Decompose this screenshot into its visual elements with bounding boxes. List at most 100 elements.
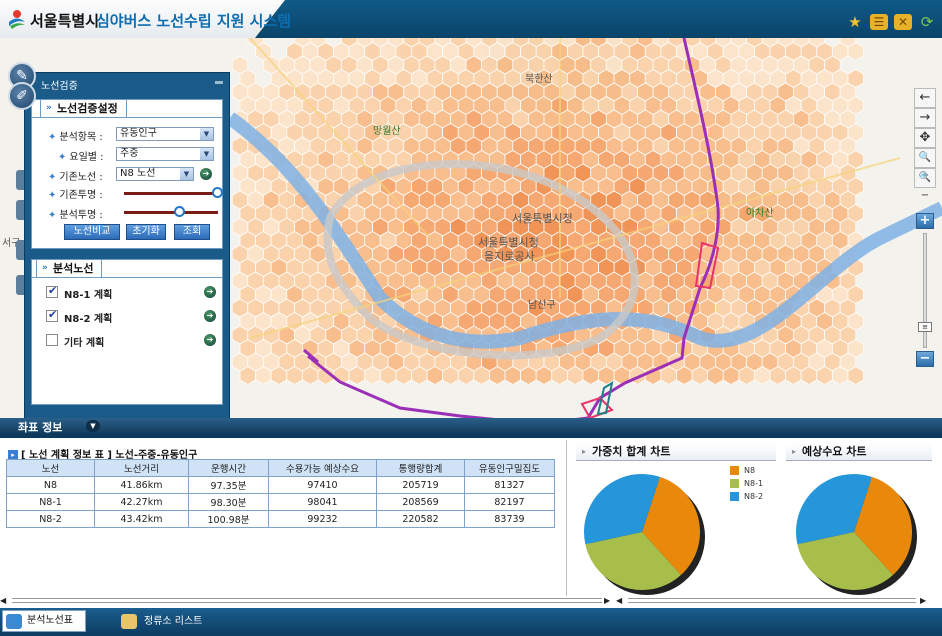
refresh-icon[interactable]: ⟳ <box>918 14 936 30</box>
heat-hex <box>442 366 459 385</box>
scrollbar-track[interactable] <box>12 598 602 603</box>
star-icon[interactable]: ★ <box>846 14 864 30</box>
scroll-left-icon[interactable]: ◀ <box>0 596 10 606</box>
heat-hex <box>551 366 568 385</box>
column-header: 노선 <box>6 459 95 477</box>
table-cell: 98.30분 <box>188 493 269 511</box>
heat-hex <box>738 366 755 385</box>
header-band <box>255 0 942 38</box>
column-header: 통행량합계 <box>376 459 465 477</box>
chart-legend: N8 N8-1 N8-2 <box>730 466 763 505</box>
scroll-right-icon[interactable]: ▶ <box>604 596 614 606</box>
tab-route-verify-settings[interactable]: 노선검증설정 <box>40 99 127 117</box>
table-cell: 220582 <box>376 510 465 528</box>
chevron-down-icon: ▼ <box>200 148 213 160</box>
pan-move-icon[interactable]: ✥ <box>914 128 936 148</box>
zoom-knob[interactable]: ≡ <box>918 322 932 333</box>
zoom-minus-button[interactable]: − <box>916 351 934 367</box>
heat-hex <box>691 366 709 385</box>
zoom-plus-button[interactable]: + <box>916 213 934 229</box>
slider-knob[interactable] <box>174 206 186 217</box>
zoom-out-icon[interactable]: 🔍− <box>914 168 936 201</box>
table-row[interactable]: N8 41.86km 97.35분 97410 205719 81327 <box>6 476 555 494</box>
side-tab[interactable] <box>16 170 24 190</box>
heat-hex <box>301 366 319 385</box>
legend-swatch <box>730 466 739 475</box>
table-cell: N8-1 <box>6 493 95 511</box>
table-row[interactable]: N8-1 42.27km 98.30분 98041 208569 82197 <box>6 493 555 511</box>
side-tab[interactable] <box>16 200 24 220</box>
system-title: 심야버스 노선수립 지원 시스템 <box>96 12 292 30</box>
side-tab[interactable] <box>16 275 24 295</box>
heat-hex <box>395 366 412 385</box>
legend-label: N8 <box>744 466 756 475</box>
list-icon[interactable]: ☰ <box>870 14 888 30</box>
heat-hex <box>785 366 802 385</box>
minimize-icon[interactable] <box>215 81 223 84</box>
heat-hex <box>754 366 771 385</box>
go-icon[interactable]: ➔ <box>204 310 216 322</box>
analysis-item-select[interactable]: 유동인구 ▼ <box>116 127 214 141</box>
table-cell: 41.86km <box>94 476 189 494</box>
table-row[interactable]: N8-2 43.42km 100.98분 99232 220582 83739 <box>6 510 555 528</box>
route-table-icon <box>6 614 22 629</box>
chevron-down-icon: ▼ <box>200 128 213 140</box>
heat-hex <box>831 366 849 385</box>
chevron-down-icon[interactable]: ▼ <box>86 420 100 432</box>
zoom-in-icon[interactable]: 🔍+ <box>914 148 936 181</box>
heat-hex <box>598 366 615 385</box>
go-icon[interactable]: ➔ <box>204 286 216 298</box>
pan-right-icon[interactable]: → <box>914 108 936 128</box>
legend-item: N8-1 <box>730 479 763 488</box>
tab-analysis-route-table[interactable]: 분석노선표 <box>2 610 86 632</box>
table-cell: 205719 <box>376 476 465 494</box>
app-header: 서울특별시 심야버스 노선수립 지원 시스템 ★ ☰ ✕ ⟳ <box>0 0 942 38</box>
field-label-analysis-opacity: ✦ 분석투명 : <box>48 210 103 221</box>
demand-chart: 예상수요 차트 <box>786 442 936 602</box>
side-tab[interactable] <box>16 240 24 260</box>
heat-hex <box>816 366 833 385</box>
slider-knob[interactable] <box>212 187 223 198</box>
demand-chart-title: 예상수요 차트 <box>786 444 932 461</box>
table-cell: 42.27km <box>94 493 189 511</box>
legend-label: N8-2 <box>744 492 764 501</box>
tab-analysis-routes[interactable]: 분석노선 <box>36 259 103 277</box>
map-label-mangwolsan: 망월산 <box>373 126 401 137</box>
seoul-logo-icon <box>9 10 25 29</box>
table-header-row: 노선 노선거리 운행시간 수용가능 예상수요 통행량합계 유동인구밀집도 <box>6 459 555 477</box>
route-checkbox-n8-1[interactable] <box>46 284 58 298</box>
panel-title: 노선검증 <box>41 81 78 92</box>
legend-swatch <box>730 479 739 488</box>
heat-hex <box>800 366 818 385</box>
map-label-bukhansan: 북한산 <box>525 74 553 85</box>
legend-swatch <box>730 492 739 501</box>
existing-route-select[interactable]: N8 노선 ▼ <box>116 167 194 181</box>
route-verify-tool-icon[interactable]: ✐ <box>8 82 36 110</box>
heat-hex <box>364 366 381 385</box>
column-header: 노선거리 <box>94 459 189 477</box>
scrollbar-track[interactable] <box>628 598 916 603</box>
heat-hex <box>489 366 506 385</box>
column-header: 수용가능 예상수요 <box>268 459 377 477</box>
heat-hex <box>348 366 366 385</box>
scroll-right-icon[interactable]: ▶ <box>920 596 930 606</box>
reset-button[interactable]: 초기화 <box>126 224 166 240</box>
field-label-day: ✦ 요일별 : <box>58 152 104 163</box>
compare-routes-button[interactable]: 노선비교 <box>64 224 120 240</box>
existing-opacity-slider[interactable] <box>124 187 223 198</box>
weighted-chart-title: 가중치 합계 차트 <box>576 444 776 461</box>
tab-stop-list[interactable]: 정류소 리스트 <box>118 612 202 632</box>
route-checkbox-n8-2[interactable] <box>46 308 58 322</box>
analysis-opacity-slider[interactable] <box>124 206 218 217</box>
scroll-left-icon[interactable]: ◀ <box>616 596 626 606</box>
go-icon[interactable]: ➔ <box>204 334 216 346</box>
close-icon[interactable]: ✕ <box>894 14 912 30</box>
day-select[interactable]: 주중 ▼ <box>116 147 214 161</box>
go-icon[interactable]: ➔ <box>200 168 212 180</box>
table-body: N8 41.86km 97.35분 97410 205719 81327 N8-1 42.27… <box>6 476 555 528</box>
query-button[interactable]: 조회 <box>174 224 210 240</box>
table-cell: 97410 <box>268 476 377 494</box>
route-checkbox-other[interactable] <box>46 334 58 346</box>
pan-left-icon[interactable]: ← <box>914 88 936 108</box>
map-label-euljiro: 을지로공사 <box>484 250 535 263</box>
